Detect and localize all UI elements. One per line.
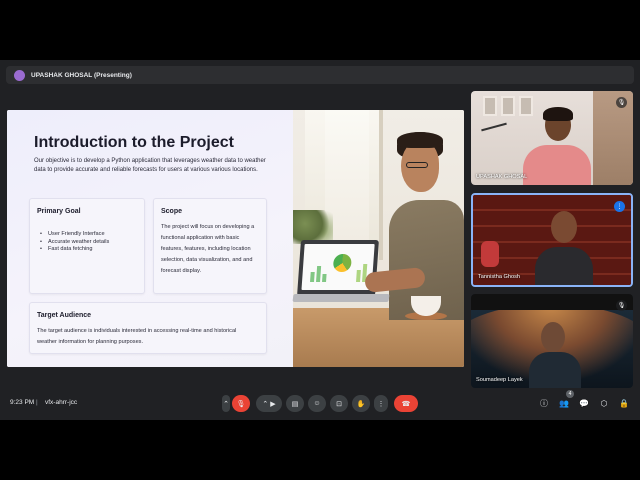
speaking-indicator-icon: ⋮	[614, 201, 625, 212]
raise-hand-button[interactable]: ✋	[352, 395, 370, 412]
host-controls-icon[interactable]: 🔒	[618, 398, 630, 410]
slide-title: Introduction to the Project	[34, 134, 234, 151]
scope-text: The project will focus on developing a f…	[161, 224, 255, 274]
laptop-base	[292, 294, 390, 302]
scope-heading: Scope	[161, 208, 183, 215]
presenter-label: UPASHAK GHOSAL (Presenting)	[31, 71, 132, 79]
slide-content: Introduction to the Project Our objectiv…	[7, 110, 293, 367]
captions-button[interactable]: ▤	[286, 395, 304, 412]
presenter-bar: UPASHAK GHOSAL (Presenting)	[6, 66, 634, 84]
camera-button[interactable]: ⌃ ▶	[256, 395, 282, 412]
present-button[interactable]: ⊡	[330, 395, 348, 412]
target-audience-card: Target Audience The target audience is i…	[29, 302, 267, 354]
reactions-button[interactable]: ☺	[308, 395, 326, 412]
goal-item: Accurate weather details	[40, 239, 140, 247]
glasses-illustration	[406, 162, 428, 168]
more-options-button[interactable]: ⋮	[374, 395, 388, 412]
slide-objective: Our objective is to develop a Python app…	[34, 158, 266, 173]
goal-item: User Friendly Interface	[40, 231, 140, 239]
participant-name: UPASHAK GHOSAL	[476, 174, 528, 180]
separator: |	[36, 399, 38, 406]
microphone-off-button[interactable]: 🎙	[232, 395, 250, 412]
end-call-button[interactable]: ☎	[394, 395, 418, 412]
target-audience-heading: Target Audience	[37, 312, 92, 319]
slide-illustration	[292, 110, 464, 367]
chat-icon[interactable]: 💬	[578, 398, 590, 410]
people-icon[interactable]: 👥	[558, 398, 570, 410]
participant-tile[interactable]: 🎙 Soumadeep Layek	[471, 294, 633, 388]
plant-illustration	[293, 210, 333, 244]
primary-goal-card: Primary Goal User Friendly Interface Acc…	[29, 198, 145, 294]
primary-goal-list: User Friendly Interface Accurate weather…	[40, 231, 140, 254]
participant-tile[interactable]: ⋮ Tannistha Ghosh	[471, 193, 633, 287]
primary-goal-heading: Primary Goal	[37, 208, 81, 215]
participant-name: Tannistha Ghosh	[478, 274, 520, 280]
mic-off-icon: 🎙	[616, 300, 627, 311]
target-audience-text: The target audience is individuals inter…	[37, 328, 237, 345]
people-count-badge: 4	[566, 390, 574, 398]
audio-options-button[interactable]: ⌃	[222, 395, 230, 412]
scope-card: Scope The project will focus on developi…	[153, 198, 267, 294]
person-hair-top	[397, 132, 443, 148]
presenter-avatar	[14, 69, 25, 81]
participant-name: Soumadeep Layek	[476, 377, 523, 383]
goal-item: Fast data fetching	[40, 246, 140, 254]
mic-off-icon: 🎙	[616, 97, 627, 108]
participant-tile[interactable]: 🎙 UPASHAK GHOSAL	[471, 91, 633, 185]
meet-window: UPASHAK GHOSAL (Presenting) Introduction…	[0, 60, 640, 420]
control-bar: 9:23 PM | vfx-ahrr-jcc ⌃ 🎙 ⌃ ▶ ▤ ☺ ⊡ ✋ ⋮…	[0, 390, 640, 415]
info-icon[interactable]: ⓘ	[538, 398, 550, 410]
presentation-slide: Introduction to the Project Our objectiv…	[7, 110, 464, 367]
activities-icon[interactable]: ⬡	[598, 398, 610, 410]
clock: 9:23 PM	[10, 399, 35, 406]
meeting-code: vfx-ahrr-jcc	[45, 399, 78, 406]
